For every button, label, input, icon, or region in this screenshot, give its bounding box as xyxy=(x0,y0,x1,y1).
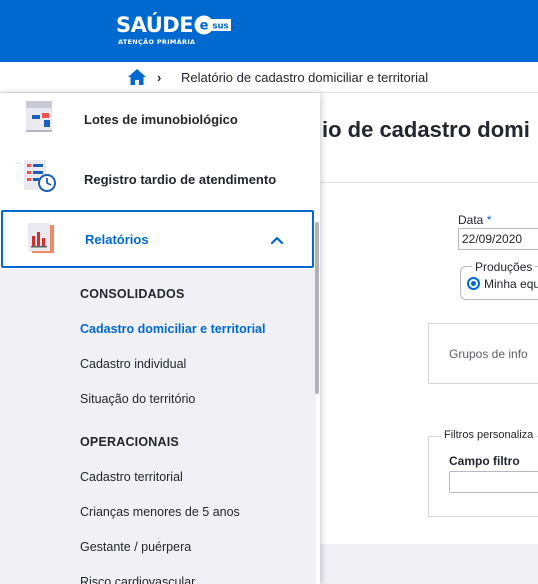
filter-field-input[interactable] xyxy=(449,471,538,493)
side-menu: Lotes de imunobiológico Registro tardio … xyxy=(0,93,320,584)
breadcrumb-current: Relatório de cadastro domiciliar e terri… xyxy=(181,70,429,85)
date-label: Data * xyxy=(458,213,492,227)
submenu-link-situacao-territorio[interactable]: Situação do território xyxy=(80,392,195,406)
logo-subtitle: ATENÇÃO PRIMÁRIA xyxy=(118,38,196,46)
productions-radio-label[interactable]: Minha equ xyxy=(484,277,538,291)
submenu-link-gestante-puerpera[interactable]: Gestante / puérpera xyxy=(80,540,191,554)
reports-submenu: CONSOLIDADOS Cadastro domiciliar e terri… xyxy=(0,269,316,584)
date-input[interactable]: 22/09/2020 xyxy=(458,228,538,250)
required-marker: * xyxy=(486,213,492,227)
vaccine-lot-icon xyxy=(26,101,52,132)
submenu-heading-operacionais: OPERACIONAIS xyxy=(80,435,179,449)
esus-badge-icon: e sus xyxy=(194,15,231,35)
submenu-link-cadastro-individual[interactable]: Cadastro individual xyxy=(80,357,186,371)
svg-text:e: e xyxy=(200,19,209,34)
home-icon[interactable] xyxy=(127,67,147,87)
menu-item-lotes-imunobiologico[interactable]: Lotes de imunobiológico xyxy=(0,93,316,149)
productions-radio[interactable] xyxy=(467,277,480,290)
submenu-link-cadastro-territorial[interactable]: Cadastro territorial xyxy=(80,470,183,484)
reports-icon xyxy=(28,223,54,253)
menu-item-label: Relatórios xyxy=(85,232,149,247)
filter-field-label: Campo filtro xyxy=(449,454,520,468)
top-header: SAÚDE e sus ATENÇÃO PRIMÁRIA xyxy=(0,0,538,62)
menu-item-registro-tardio[interactable]: Registro tardio de atendimento xyxy=(0,151,316,207)
menu-scrollbar-thumb[interactable] xyxy=(315,222,319,394)
page-title: io de cadastro domi xyxy=(322,117,530,142)
logo-text: SAÚDE xyxy=(116,13,194,37)
submenu-link-criancas-menores[interactable]: Crianças menores de 5 anos xyxy=(80,505,240,519)
info-groups-label: Grupos de info xyxy=(449,347,528,361)
breadcrumb-separator: › xyxy=(157,70,162,85)
esus-logo[interactable]: SAÚDE e sus ATENÇÃO PRIMÁRIA xyxy=(116,11,246,51)
breadcrumb: › Relatório de cadastro domiciliar e ter… xyxy=(0,62,538,93)
custom-filters-legend: Filtros personaliza xyxy=(441,429,537,441)
late-record-icon xyxy=(24,160,56,192)
menu-item-label: Registro tardio de atendimento xyxy=(84,172,277,187)
menu-item-relatorios[interactable]: Relatórios xyxy=(1,210,314,268)
chevron-up-icon[interactable] xyxy=(269,232,285,248)
menu-item-label: Lotes de imunobiológico xyxy=(84,112,238,127)
submenu-link-cadastro-domiciliar[interactable]: Cadastro domiciliar e territorial xyxy=(80,322,265,336)
submenu-heading-consolidados: CONSOLIDADOS xyxy=(80,287,185,301)
svg-text:sus: sus xyxy=(212,22,228,32)
submenu-link-risco-cardiovascular[interactable]: Risco cardiovascular xyxy=(80,575,195,584)
productions-legend: Produções xyxy=(472,260,536,274)
